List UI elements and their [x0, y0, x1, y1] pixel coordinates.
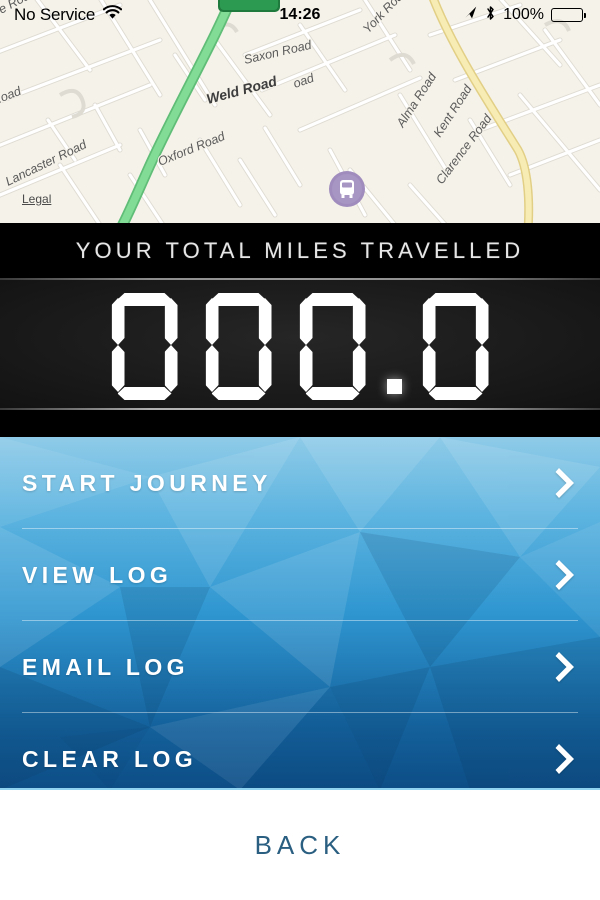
segment-b	[475, 298, 489, 345]
segment-e	[205, 345, 219, 392]
segment-a	[211, 293, 266, 306]
segment-d	[117, 387, 172, 400]
segment-a	[428, 293, 483, 306]
menu-item-label: VIEW LOG	[22, 561, 173, 588]
odometer-bottom-rule	[0, 408, 600, 410]
map-legal-link[interactable]: Legal	[22, 192, 51, 206]
segment-c	[258, 345, 272, 392]
battery-full-icon	[551, 8, 586, 22]
status-bar: No Service 14:26 100%	[0, 0, 600, 30]
segment-d	[428, 387, 483, 400]
segment-b	[352, 298, 366, 345]
status-bar-right: 100%	[463, 5, 586, 26]
segment-f	[111, 298, 125, 345]
chevron-right-icon	[552, 739, 580, 779]
menu-item-label: CLEAR LOG	[22, 745, 198, 772]
segment-b	[258, 298, 272, 345]
odometer-decimal-point	[386, 379, 402, 394]
train-station-icon	[329, 171, 365, 207]
odometer-title: YOUR TOTAL MILES TRAVELLED	[75, 237, 525, 263]
menu-item-email-log[interactable]: EMAIL LOG	[0, 621, 600, 713]
segment-c	[164, 345, 178, 392]
segment-e	[422, 345, 436, 392]
menu-item-start-journey[interactable]: START JOURNEY	[0, 437, 600, 529]
menu-item-clear-log[interactable]: CLEAR LOG	[0, 713, 600, 790]
segment-c	[352, 345, 366, 392]
segment-f	[422, 298, 436, 345]
segment-a	[117, 293, 172, 306]
odometer-digit-4	[414, 282, 498, 406]
segment-a	[305, 293, 360, 306]
menu-item-label: EMAIL LOG	[22, 653, 189, 680]
chevron-right-icon	[552, 463, 580, 503]
back-button-label: BACK	[254, 829, 346, 860]
segment-d	[305, 387, 360, 400]
odometer-screen	[0, 280, 600, 408]
menu-item-label: START JOURNEY	[22, 469, 272, 496]
segment-d	[211, 387, 266, 400]
segment-c	[475, 345, 489, 392]
clock-label: 14:26	[279, 6, 321, 23]
menu-item-list: START JOURNEY VIEW LOG EMAIL LOG CLEAR L…	[0, 437, 600, 790]
odometer-digit-3	[291, 282, 375, 406]
bluetooth-icon	[485, 5, 496, 26]
status-bar-left: No Service	[14, 5, 123, 25]
segment-f	[299, 298, 313, 345]
segment-e	[299, 345, 313, 392]
odometer-digit-1	[103, 282, 187, 406]
back-button[interactable]: BACK	[0, 790, 600, 900]
wifi-icon	[103, 5, 123, 25]
chevron-right-icon	[552, 555, 580, 595]
segment-e	[111, 345, 125, 392]
map-canvas: Weld Road Saxon Road York Road Oxford Ro…	[0, 0, 600, 223]
location-arrow-icon	[463, 5, 478, 25]
chevron-right-icon	[552, 647, 580, 687]
odometer-digit-2	[197, 282, 281, 406]
map-view[interactable]: Weld Road Saxon Road York Road Oxford Ro…	[0, 0, 600, 223]
segment-b	[164, 298, 178, 345]
main-menu: START JOURNEY VIEW LOG EMAIL LOG CLEAR L…	[0, 437, 600, 790]
odometer-digits	[103, 282, 498, 406]
odometer-panel: YOUR TOTAL MILES TRAVELLED	[0, 223, 600, 437]
segment-f	[205, 298, 219, 345]
carrier-label: No Service	[14, 5, 96, 24]
menu-item-view-log[interactable]: VIEW LOG	[0, 529, 600, 621]
app-root: Weld Road Saxon Road York Road Oxford Ro…	[0, 0, 600, 900]
battery-percent-label: 100%	[503, 6, 544, 23]
